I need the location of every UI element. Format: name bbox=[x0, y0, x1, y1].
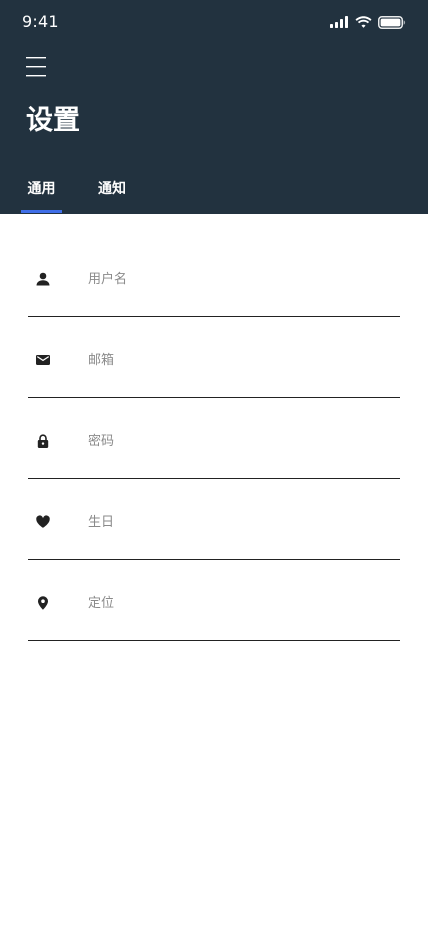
lock-icon bbox=[36, 434, 50, 448]
tab-general[interactable]: 通用 bbox=[21, 168, 62, 214]
header: 9:41 设置 通用 通知 bbox=[0, 0, 428, 214]
battery-icon bbox=[378, 15, 406, 29]
status-icons bbox=[330, 14, 406, 30]
password-field-row bbox=[28, 429, 400, 479]
active-tab-indicator bbox=[21, 210, 62, 213]
heart-icon bbox=[36, 515, 50, 529]
email-input[interactable] bbox=[88, 348, 388, 372]
username-field-row bbox=[28, 267, 400, 317]
birthday-field-row bbox=[28, 510, 400, 560]
email-field-row bbox=[28, 348, 400, 398]
location-pin-icon bbox=[36, 596, 50, 610]
status-bar: 9:41 bbox=[0, 0, 428, 44]
settings-screen: 9:41 设置 通用 通知 用户名 邮箱 生日 定位 bbox=[0, 0, 428, 926]
password-input[interactable] bbox=[88, 429, 388, 453]
user-icon bbox=[36, 272, 50, 286]
tab-bar: 通用 通知 bbox=[0, 168, 428, 214]
wifi-icon bbox=[355, 16, 372, 28]
cellular-signal-icon bbox=[330, 16, 348, 28]
page-title: 设置 bbox=[26, 105, 80, 136]
mail-icon bbox=[36, 353, 50, 367]
birthday-input[interactable] bbox=[88, 510, 388, 534]
location-field-row bbox=[28, 591, 400, 641]
hamburger-menu-button[interactable] bbox=[24, 55, 48, 79]
username-input[interactable] bbox=[88, 267, 388, 291]
location-input[interactable] bbox=[88, 591, 388, 615]
hamburger-menu-icon bbox=[26, 57, 46, 77]
status-time: 9:41 bbox=[22, 12, 59, 31]
tab-notifications[interactable]: 通知 bbox=[90, 168, 134, 214]
